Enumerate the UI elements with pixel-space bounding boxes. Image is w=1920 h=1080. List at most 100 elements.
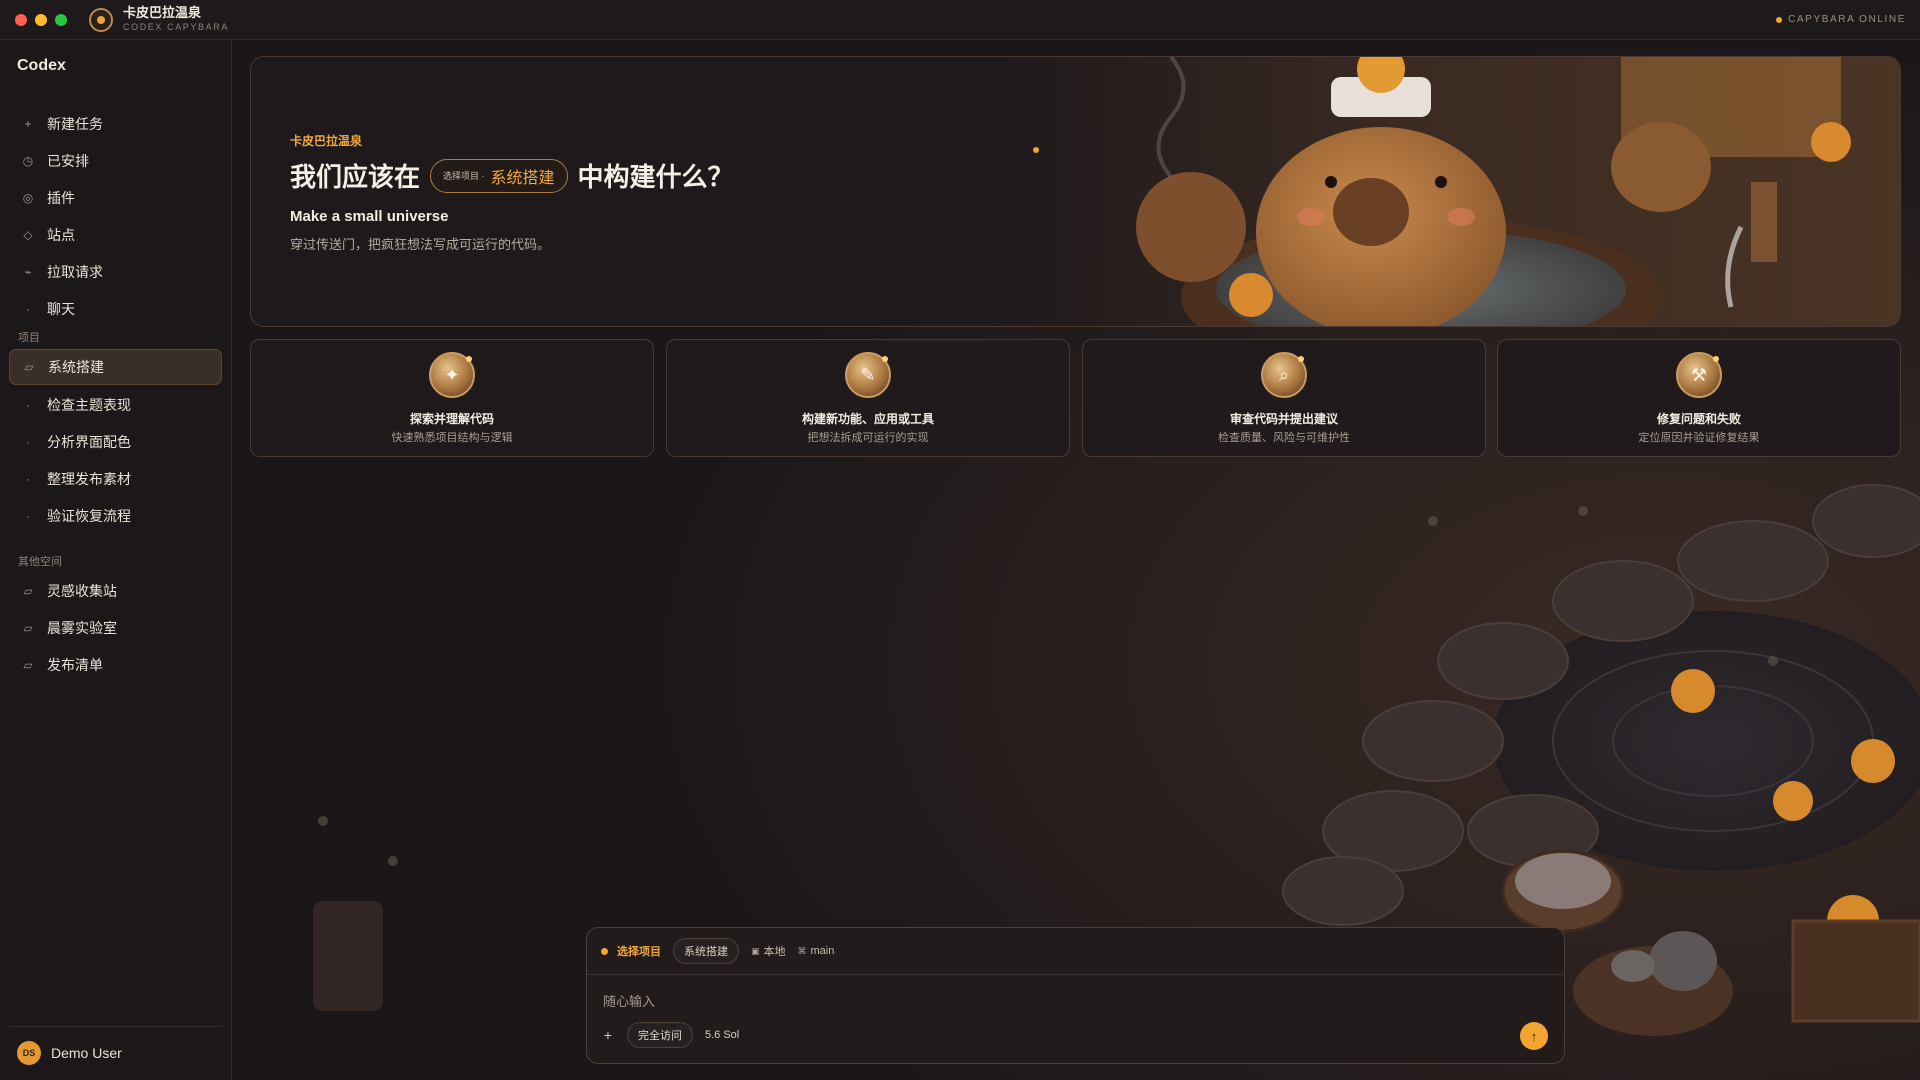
select-project-button[interactable]: 选择项目 xyxy=(617,943,661,959)
hero-description: 穿过传送门，把疯狂想法写成可运行的代码。 xyxy=(290,237,551,252)
branch-icon: ⌘ xyxy=(797,945,807,956)
hero-subtitle: Make a small universe xyxy=(290,208,449,225)
project-selector-value: 系统搭建 xyxy=(490,169,555,187)
connection-status: CAPYBARA ONLINE xyxy=(1776,14,1906,25)
card-description: 快速熟悉项目结构与逻辑 xyxy=(391,432,513,444)
status-dot-icon xyxy=(1776,16,1783,23)
folder-icon: ▱ xyxy=(24,360,34,374)
plus-icon: + xyxy=(24,117,32,131)
sidebar-item-label: 系统搭建 xyxy=(48,359,104,375)
bullet-icon: · xyxy=(26,435,30,449)
sidebar-item-label: 发布清单 xyxy=(47,657,103,673)
send-button[interactable]: ↑ xyxy=(1520,1022,1548,1050)
sidebar-item-thread[interactable]: · 检查主题表现 xyxy=(9,387,222,423)
user-profile[interactable]: DS Demo User xyxy=(17,1041,122,1065)
status-text: CAPYBARA ONLINE xyxy=(1788,14,1906,25)
access-mode-button[interactable]: 完全访问 xyxy=(627,1022,693,1048)
add-attachment-button[interactable]: + xyxy=(601,1027,615,1043)
sidebar-item-label: 验证恢复流程 xyxy=(47,508,131,524)
sidebar-item-label: 新建任务 xyxy=(47,116,103,132)
magnifier-icon: ⌕ xyxy=(1261,352,1307,398)
card-fix-issues[interactable]: ⚒ 修复问题和失败 定位原因并验证修复结果 xyxy=(1497,339,1901,457)
card-title: 探索并理解代码 xyxy=(409,412,494,426)
branch-label: main xyxy=(810,945,835,957)
hero-heading-before: 我们应该在 xyxy=(290,162,421,192)
prompt-input[interactable]: 随心输入 xyxy=(603,991,655,1010)
main-content: 卡皮巴拉温泉 我们应该在 选择项目 · 系统搭建 中构建什么？ Make a s… xyxy=(233,41,1920,1080)
pull-request-icon: ⌁ xyxy=(24,265,32,279)
sparkle-icon: ✦ xyxy=(429,352,475,398)
monitor-icon: ▣ xyxy=(751,945,760,956)
hero-banner: 卡皮巴拉温泉 我们应该在 选择项目 · 系统搭建 中构建什么？ Make a s… xyxy=(250,56,1901,327)
bullet-icon: · xyxy=(26,398,30,412)
project-status-dot-icon xyxy=(601,947,608,955)
hero-heading: 我们应该在 选择项目 · 系统搭建 中构建什么？ xyxy=(290,157,734,194)
sidebar-item-thread[interactable]: · 分析界面配色 xyxy=(9,424,222,460)
title-bar: 卡皮巴拉温泉 CODEX CAPYBARA CAPYBARA ONLINE xyxy=(0,0,1920,40)
sidebar-item-label: 分析界面配色 xyxy=(47,434,131,450)
projects-section-label: 项目 xyxy=(18,332,40,344)
app-title: 卡皮巴拉温泉 xyxy=(123,5,202,21)
sidebar-item-new-task[interactable]: + 新建任务 xyxy=(9,106,222,142)
sidebar-item-chat[interactable]: · 聊天 xyxy=(9,291,222,327)
sidebar-item-space[interactable]: ▱ 灵感收集站 xyxy=(9,573,222,609)
avatar: DS xyxy=(17,1041,41,1065)
close-window-button[interactable] xyxy=(15,13,27,26)
bullet-icon: · xyxy=(26,509,30,523)
sidebar-item-label: 拉取请求 xyxy=(47,264,103,280)
card-title: 修复问题和失败 xyxy=(1656,412,1741,426)
suggestion-cards: ✦ 探索并理解代码 快速熟悉项目结构与逻辑 ✎ 构建新功能、应用或工具 把想法拆… xyxy=(250,339,1901,457)
app-logo-icon xyxy=(89,7,113,32)
window-controls xyxy=(15,13,67,26)
prompt-composer: 选择项目 系统搭建 ▣ 本地 ⌘ main 随心输入 + 完全访问 5.6 So… xyxy=(586,927,1565,1064)
card-title: 构建新功能、应用或工具 xyxy=(801,412,934,426)
plugin-icon: ◎ xyxy=(22,191,34,205)
sidebar-item-thread[interactable]: · 验证恢复流程 xyxy=(9,498,222,534)
card-description: 定位原因并验证修复结果 xyxy=(1638,432,1760,444)
sidebar-item-label: 已安排 xyxy=(47,153,89,169)
project-selector-label: 选择项目 · xyxy=(443,171,485,181)
folder-icon: ▱ xyxy=(23,658,33,672)
pencil-icon: ✎ xyxy=(845,352,891,398)
card-review-code[interactable]: ⌕ 审查代码并提出建议 检查质量、风险与可维护性 xyxy=(1082,339,1486,457)
sidebar-item-pull-requests[interactable]: ⌁ 拉取请求 xyxy=(9,254,222,290)
sidebar-title: Codex xyxy=(17,57,66,74)
minimize-window-button[interactable] xyxy=(35,13,47,26)
card-description: 检查质量、风险与可维护性 xyxy=(1218,432,1350,444)
chat-icon: · xyxy=(26,302,30,316)
clock-icon: ◷ xyxy=(22,154,34,168)
app-subtitle: CODEX CAPYBARA xyxy=(123,21,229,32)
card-title: 审查代码并提出建议 xyxy=(1229,412,1338,426)
composer-context-bar: 选择项目 系统搭建 ▣ 本地 ⌘ main xyxy=(587,928,1564,975)
sidebar-item-space[interactable]: ▱ 发布清单 xyxy=(9,647,222,683)
sidebar-item-scheduled[interactable]: ◷ 已安排 xyxy=(9,143,222,179)
sidebar-item-space[interactable]: ▱ 晨雾实验室 xyxy=(9,610,222,646)
card-explore-code[interactable]: ✦ 探索并理解代码 快速熟悉项目结构与逻辑 xyxy=(250,339,654,457)
maximize-window-button[interactable] xyxy=(55,13,67,26)
sidebar-item-project-system-setup[interactable]: ▱ 系统搭建 xyxy=(9,349,222,385)
sidebar-item-plugins[interactable]: ◎ 插件 xyxy=(9,180,222,216)
model-selector[interactable]: 5.6 Sol xyxy=(705,1029,739,1041)
app-title-block: 卡皮巴拉温泉 CODEX CAPYBARA xyxy=(123,6,229,32)
sidebar-item-label: 聊天 xyxy=(47,301,75,317)
environment-selector[interactable]: ▣ 本地 xyxy=(751,943,786,959)
sidebar-item-sites[interactable]: ◇ 站点 xyxy=(9,217,222,253)
diamond-icon: ◇ xyxy=(23,228,33,242)
card-build-feature[interactable]: ✎ 构建新功能、应用或工具 把想法拆成可运行的实现 xyxy=(666,339,1070,457)
project-selector-pill[interactable]: 选择项目 · 系统搭建 xyxy=(430,158,568,193)
hero-eyebrow: 卡皮巴拉温泉 xyxy=(290,134,363,148)
sidebar-item-label: 插件 xyxy=(47,190,75,206)
sidebar-item-label: 灵感收集站 xyxy=(47,583,117,599)
sidebar-item-label: 检查主题表现 xyxy=(47,397,131,413)
sidebar-item-label: 整理发布素材 xyxy=(47,471,131,487)
environment-label: 本地 xyxy=(763,946,786,958)
sidebar-item-label: 站点 xyxy=(47,227,75,243)
hero-heading-after: 中构建什么？ xyxy=(577,162,734,192)
sidebar-item-thread[interactable]: · 整理发布素材 xyxy=(9,461,222,497)
bullet-icon: · xyxy=(26,472,30,486)
project-chip[interactable]: 系统搭建 xyxy=(673,938,739,964)
sidebar: Codex + 新建任务 ◷ 已安排 ◎ 插件 ◇ 站点 ⌁ 拉取请求 · 聊天… xyxy=(0,40,232,1080)
folder-icon: ▱ xyxy=(23,584,33,598)
branch-selector[interactable]: ⌘ main xyxy=(798,945,835,957)
divider xyxy=(9,1026,222,1027)
